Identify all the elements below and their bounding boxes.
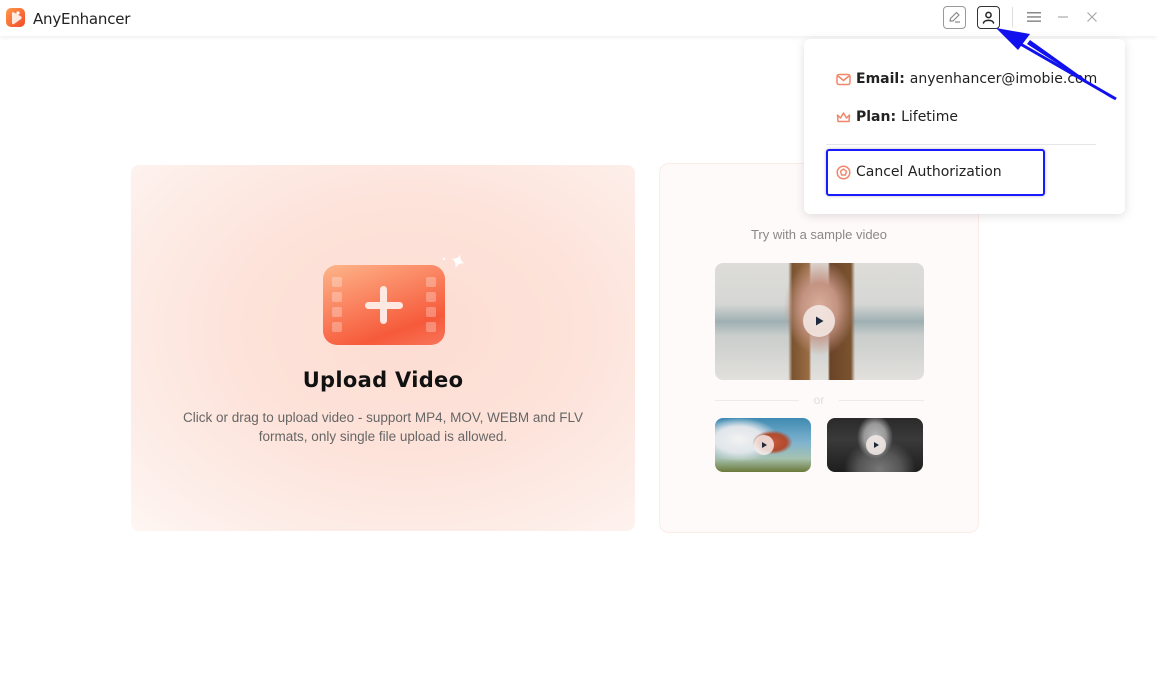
cancel-authorization-icon xyxy=(835,164,851,180)
upload-video-dropzone[interactable]: Upload Video Click or drag to upload vid… xyxy=(131,165,635,531)
play-icon xyxy=(803,305,835,337)
upload-description: Click or drag to upload video - support … xyxy=(183,410,583,444)
plan-row: Plan: Lifetime xyxy=(835,109,958,125)
account-popup: Email: anyenhancer@imobie.com Plan: Life… xyxy=(804,39,1125,214)
minimize-button[interactable] xyxy=(1053,7,1073,27)
crown-icon xyxy=(835,109,851,125)
or-text: or xyxy=(813,393,825,407)
user-account-icon xyxy=(982,11,995,24)
video-add-icon xyxy=(323,265,445,345)
app-logo-icon xyxy=(6,8,25,27)
sparkle-icon xyxy=(442,254,465,269)
upload-title: Upload Video xyxy=(302,368,464,392)
cancel-authorization-label: Cancel Authorization xyxy=(856,164,1002,180)
popup-divider xyxy=(826,144,1096,145)
plan-value: Lifetime xyxy=(901,109,958,125)
minimize-icon xyxy=(1058,16,1068,18)
close-icon xyxy=(1087,12,1097,22)
title-bar: AnyEnhancer xyxy=(0,0,1157,36)
sample-video-man-black-and-white[interactable] xyxy=(827,418,923,472)
play-icon xyxy=(754,435,774,455)
cancel-authorization-button[interactable]: Cancel Authorization xyxy=(826,149,1045,196)
email-label: Email: xyxy=(856,71,905,87)
or-divider-right xyxy=(839,400,924,401)
email-value: anyenhancer@imobie.com xyxy=(909,71,1098,87)
edit-feedback-icon xyxy=(949,11,960,23)
menu-button[interactable] xyxy=(1024,7,1044,27)
play-icon xyxy=(866,435,886,455)
close-button[interactable] xyxy=(1082,7,1102,27)
sample-video-mushroom-house[interactable] xyxy=(715,418,811,472)
titlebar-divider xyxy=(1012,7,1013,27)
sample-videos-label: Try with a sample video xyxy=(750,227,888,242)
edit-feedback-button[interactable] xyxy=(943,6,966,29)
email-icon xyxy=(835,71,851,87)
plan-label: Plan: xyxy=(856,109,897,125)
email-row: Email: anyenhancer@imobie.com xyxy=(835,71,1097,87)
menu-icon xyxy=(1027,12,1041,22)
sample-videos-panel: Try with a sample video or xyxy=(659,163,979,533)
cancel-authorization-row: Cancel Authorization xyxy=(835,164,1002,180)
sample-video-woman-on-beach[interactable] xyxy=(715,263,924,380)
app-title: AnyEnhancer xyxy=(33,10,131,28)
user-account-button[interactable] xyxy=(977,6,1000,29)
